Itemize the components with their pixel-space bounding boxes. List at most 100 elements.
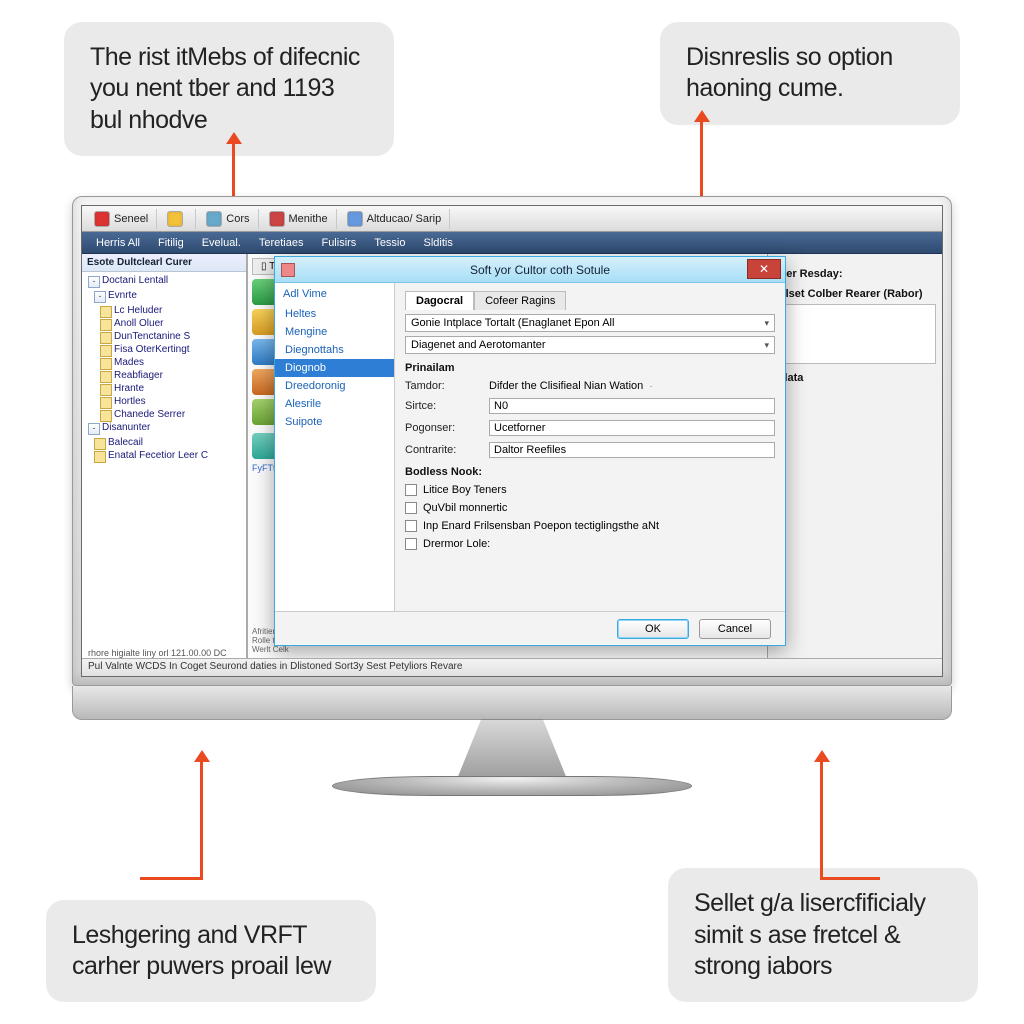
text-input[interactable]: Ucetforner <box>489 420 775 436</box>
app-toolbar: Seneel Cors Menithe Altducao/ Sarip <box>82 206 942 232</box>
tree-item[interactable]: Reabfiager <box>100 369 246 382</box>
tab-active[interactable]: Dagocral <box>405 291 474 310</box>
tree-item[interactable]: Disanunter <box>88 421 246 434</box>
toolbar-icon-0 <box>94 211 110 227</box>
sidebar-item[interactable]: Diegnottahs <box>275 341 394 359</box>
checkbox-label: QuVbil monnertic <box>423 502 507 514</box>
right-box <box>774 304 936 364</box>
checkbox-icon <box>405 502 417 514</box>
dialog-icon <box>281 263 295 277</box>
section-header-2: Bodless Nook: <box>405 466 775 478</box>
menu-6[interactable]: Slditis <box>416 235 461 251</box>
tree-item[interactable]: Hrante <box>100 382 246 395</box>
right-panel: liser Resday: Oilset Colber Rearer (Rabo… <box>767 254 942 658</box>
toolbar-item-2[interactable]: Cors <box>198 209 258 229</box>
field-value-text: Difder the Clisifieal Nian Wation <box>489 380 643 392</box>
ok-button[interactable]: OK <box>617 619 689 639</box>
toolbar-icon-2 <box>206 211 222 227</box>
dialog-body: Adl Vime Heltes Mengine Diegnottahs Diog… <box>275 283 785 611</box>
checkbox-icon <box>405 520 417 532</box>
monitor-bezel: Seneel Cors Menithe Altducao/ Sarip Herr… <box>72 196 952 686</box>
sidebar-item[interactable]: Alesrile <box>275 395 394 413</box>
tree-item[interactable]: Fisa OterKertingt <box>100 343 246 356</box>
sidebar-item[interactable]: Mengine <box>275 323 394 341</box>
toolbar-icon-4 <box>347 211 363 227</box>
section-header-1: Prinailam <box>405 362 775 374</box>
tab[interactable]: Cofeer Ragins <box>474 291 566 310</box>
tree-item[interactable]: Doctani Lentall <box>88 274 246 287</box>
tree-item[interactable]: Chanede Serrer <box>100 408 246 421</box>
checkbox-row[interactable]: QuVbil monnertic <box>405 502 775 514</box>
menu-1[interactable]: Fitilig <box>150 235 192 251</box>
menubar: Herris All Fitilig Evelual. Teretiaes Fu… <box>82 232 942 254</box>
close-button[interactable]: ✕ <box>747 259 781 279</box>
field-label: Pogonser: <box>405 422 483 434</box>
menu-5[interactable]: Tessio <box>366 235 413 251</box>
field-label: Contrarite: <box>405 444 483 456</box>
inner-status: rhore higialte liny orl 121.00.00 DC <box>88 648 227 658</box>
monitor-stand-base <box>332 776 692 796</box>
checkbox-row[interactable]: Inp Enard Frilsensban Poepon tectiglings… <box>405 520 775 532</box>
combo-1[interactable]: Gonie Intplace Tortalt (Enaglanet Epon A… <box>405 314 775 332</box>
sidebar-item[interactable]: Suipote <box>275 413 394 431</box>
toolbar-item-3[interactable]: Menithe <box>261 209 337 229</box>
monitor: Seneel Cors Menithe Altducao/ Sarip Herr… <box>72 196 952 736</box>
combo-2-value: Diagenet and Aerotomanter <box>411 339 546 351</box>
checkbox-icon <box>405 484 417 496</box>
tree-header: Esote Dultclearl Curer <box>82 254 246 272</box>
dialog-sidebar: Adl Vime Heltes Mengine Diegnottahs Diog… <box>275 283 395 611</box>
sidebar-item[interactable]: Heltes <box>275 305 394 323</box>
dialog-buttons: OK Cancel <box>275 611 785 645</box>
toolbar-item-0[interactable]: Seneel <box>86 209 157 229</box>
text-input[interactable]: N0 <box>489 398 775 414</box>
checkbox-icon <box>405 538 417 550</box>
sidebar-item[interactable]: Dreedoronig <box>275 377 394 395</box>
callout-top-right: Disnreslis so option haoning cume. <box>660 22 960 125</box>
toolbar-item-4[interactable]: Altducao/ Sarip <box>339 209 451 229</box>
field-row: Sirtce: N0 <box>405 398 775 414</box>
dialog-main: Dagocral Cofeer Ragins Gonie Intplace To… <box>395 283 785 611</box>
monitor-chin <box>72 686 952 720</box>
tree-item[interactable]: Evnrte <box>94 289 246 302</box>
toolbar-icon-3 <box>269 211 285 227</box>
callout-bottom-left: Leshgering and VRFT carher puwers proail… <box>46 900 376 1003</box>
screen: Seneel Cors Menithe Altducao/ Sarip Herr… <box>81 205 943 677</box>
callout-top-left: The rist itMebs of difecnic you nent tbe… <box>64 22 394 156</box>
tree-panel: Esote Dultclearl Curer Doctani Lentall E… <box>82 254 247 658</box>
toolbar-item-1[interactable] <box>159 209 196 229</box>
right-label-2: Oilset Colber Rearer (Rabor) <box>774 288 936 300</box>
menu-3[interactable]: Teretiaes <box>251 235 312 251</box>
text-input[interactable]: Daltor Reefiles <box>489 442 775 458</box>
dialog-titlebar[interactable]: Soft yor Cultor coth Sotule ✕ <box>275 257 785 283</box>
checkbox-row[interactable]: Drermor Lole: <box>405 538 775 550</box>
toolbar-label-3: Menithe <box>289 213 328 225</box>
settings-dialog: Soft yor Cultor coth Sotule ✕ Adl Vime H… <box>274 256 786 646</box>
checkbox-label: Litice Boy Teners <box>423 484 507 496</box>
monitor-stand-neck <box>457 719 567 779</box>
dialog-tabs: Dagocral Cofeer Ragins <box>405 291 775 310</box>
field-row: Tamdor: Difder the Clisifieal Nian Watio… <box>405 380 775 392</box>
tree-item[interactable]: Lc Heluder <box>100 304 246 317</box>
toolbar-label-2: Cors <box>226 213 249 225</box>
sidebar-header: Adl Vime <box>275 283 394 305</box>
tree-item[interactable]: Balecail <box>94 436 246 449</box>
menu-4[interactable]: Fulisirs <box>313 235 364 251</box>
sidebar-item-selected[interactable]: Diognob <box>275 359 394 377</box>
tree-item[interactable]: Hortles <box>100 395 246 408</box>
cancel-button[interactable]: Cancel <box>699 619 771 639</box>
tree-item[interactable]: Enatal Fecetior Leer C <box>94 449 246 462</box>
toolbar-icon-1 <box>167 211 183 227</box>
required-marker: · <box>649 381 652 392</box>
tree-item[interactable]: DunTenctanine S <box>100 330 246 343</box>
menu-0[interactable]: Herris All <box>88 235 148 251</box>
tree-item[interactable]: Anoll Oluer <box>100 317 246 330</box>
checkbox-row[interactable]: Litice Boy Teners <box>405 484 775 496</box>
checkbox-label: Drermor Lole: <box>423 538 490 550</box>
callout-bottom-right: Sellet g/a lisercfificialy simit s ase f… <box>668 868 978 1002</box>
combo-2[interactable]: Diagenet and Aerotomanter <box>405 336 775 354</box>
tree-item[interactable]: Mades <box>100 356 246 369</box>
right-label-1: liser Resday: <box>774 268 936 280</box>
center-footer-2: Werlt Celk <box>252 645 763 654</box>
field-row: Contrarite: Daltor Reefiles <box>405 442 775 458</box>
menu-2[interactable]: Evelual. <box>194 235 249 251</box>
